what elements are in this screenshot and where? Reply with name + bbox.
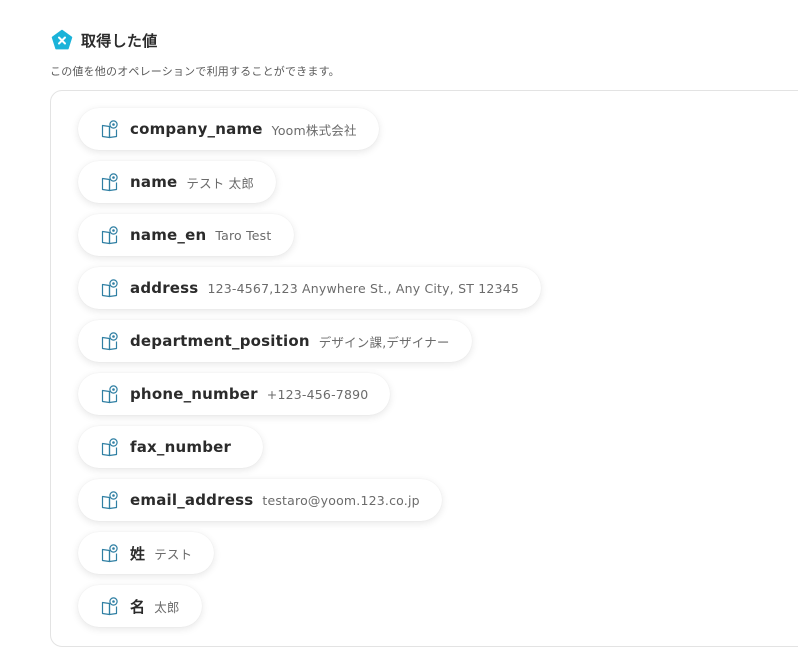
output-value: 太郎 xyxy=(154,599,180,615)
output-chip[interactable]: address 123-4567,123 Anywhere St., Any C… xyxy=(78,267,542,309)
output-value: +123-456-7890 xyxy=(266,386,369,402)
output-value: テスト 太郎 xyxy=(186,175,255,191)
output-book-icon xyxy=(101,226,118,245)
output-chip[interactable]: 姓 テスト xyxy=(78,532,215,574)
output-value: testaro@yoom.123.co.jp xyxy=(262,492,420,508)
output-book-icon xyxy=(101,173,118,192)
section-header: 取得した値 xyxy=(51,29,158,51)
output-value: Yoom株式会社 xyxy=(271,122,357,138)
output-chip[interactable]: department_position デザイン課,デザイナー xyxy=(78,320,472,362)
output-book-icon xyxy=(101,438,118,457)
output-book-icon xyxy=(101,491,118,510)
output-value: Taro Test xyxy=(215,227,272,243)
output-book-icon xyxy=(101,597,118,616)
output-value: 123-4567,123 Anywhere St., Any City, ST … xyxy=(207,280,520,296)
output-chip[interactable]: fax_number xyxy=(78,426,264,468)
section-description: この値を他のオペレーションで利用することができます。 xyxy=(50,65,340,78)
output-chip[interactable]: email_address testaro@yoom.123.co.jp xyxy=(78,479,442,521)
output-key: address xyxy=(130,279,199,297)
output-book-icon xyxy=(101,385,118,404)
output-key: name_en xyxy=(130,226,207,244)
output-book-icon xyxy=(101,120,118,139)
output-chip[interactable]: company_name Yoom株式会社 xyxy=(78,108,379,150)
output-chip[interactable]: phone_number +123-456-7890 xyxy=(78,373,391,415)
output-key: company_name xyxy=(130,120,263,138)
output-book-icon xyxy=(101,279,118,298)
output-key: 名 xyxy=(130,597,146,616)
output-value: デザイン課,デザイナー xyxy=(318,334,450,350)
yoom-pentagon-icon xyxy=(51,29,73,50)
output-book-icon xyxy=(101,544,118,563)
output-key: email_address xyxy=(130,491,254,509)
outputs-list: company_name Yoom株式会社 name テスト 太郎 name_e… xyxy=(78,108,542,627)
output-key: fax_number xyxy=(130,438,232,456)
section-title: 取得した値 xyxy=(81,31,158,50)
output-chip[interactable]: name テスト 太郎 xyxy=(78,161,277,203)
output-chip[interactable]: name_en Taro Test xyxy=(78,214,294,256)
output-book-icon xyxy=(101,332,118,351)
output-key: name xyxy=(130,173,178,191)
output-key: department_position xyxy=(130,332,310,350)
output-value: テスト xyxy=(154,546,193,562)
output-chip[interactable]: 名 太郎 xyxy=(78,585,202,627)
output-key: phone_number xyxy=(130,385,258,403)
output-key: 姓 xyxy=(130,544,146,563)
